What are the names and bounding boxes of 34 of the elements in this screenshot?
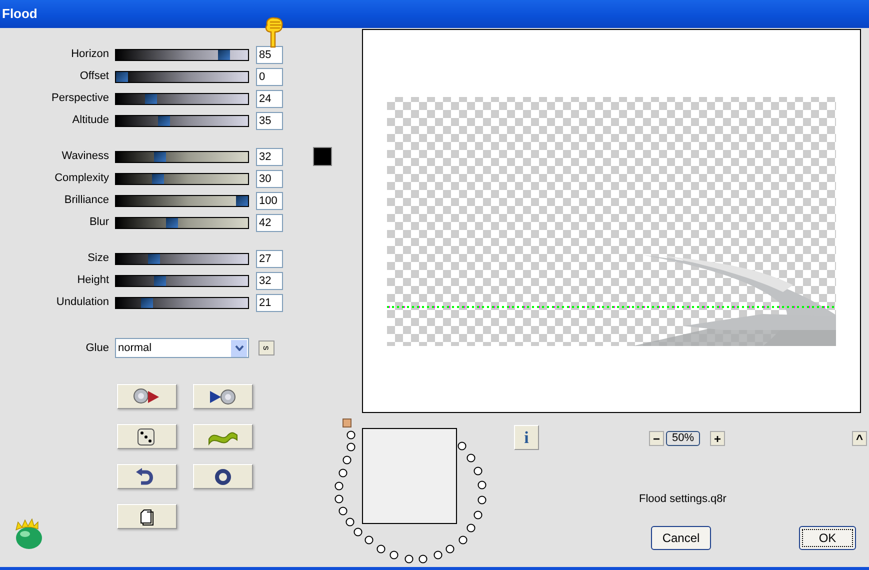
slider-label: Undulation [55,295,109,310]
settings-file-name: Flood settings.q8r [639,492,728,507]
ok-button[interactable]: OK [799,526,856,550]
slider-label: Waviness [60,149,109,164]
value-field[interactable]: 100 [256,192,283,210]
s-button[interactable]: s [258,340,274,356]
value-field[interactable]: 21 [256,294,283,312]
slider-label: Complexity [54,171,109,186]
slider-label: Perspective [50,91,109,106]
slider-label: Horizon [70,47,109,62]
slider-label: Blur [88,215,109,230]
collapse-button[interactable]: ^ [852,431,867,446]
zoom-field[interactable]: 50% [666,431,700,446]
value-field[interactable]: 85 [256,46,283,64]
slider-label: Size [86,251,109,266]
value-field[interactable]: 0 [256,68,283,86]
value-field[interactable]: 35 [256,112,283,130]
zoom-out-button[interactable]: − [649,431,664,446]
cancel-button[interactable]: Cancel [651,526,711,550]
value-field[interactable]: 30 [256,170,283,188]
slider-label: Offset [78,69,109,84]
slider-label: Height [76,273,109,288]
glue-dropdown[interactable]: normal [115,338,249,358]
value-field[interactable]: 32 [256,148,283,166]
info-button[interactable]: i [514,425,539,450]
glue-label: Glue [84,340,109,356]
value-field[interactable]: 32 [256,272,283,290]
slider-label: Altitude [71,113,109,128]
value-field[interactable]: 27 [256,250,283,268]
zoom-in-button[interactable]: + [710,431,725,446]
value-field[interactable]: 42 [256,214,283,232]
value-field[interactable]: 24 [256,90,283,108]
window-title: Flood [1,6,38,21]
slider-label: Brilliance [63,193,109,208]
